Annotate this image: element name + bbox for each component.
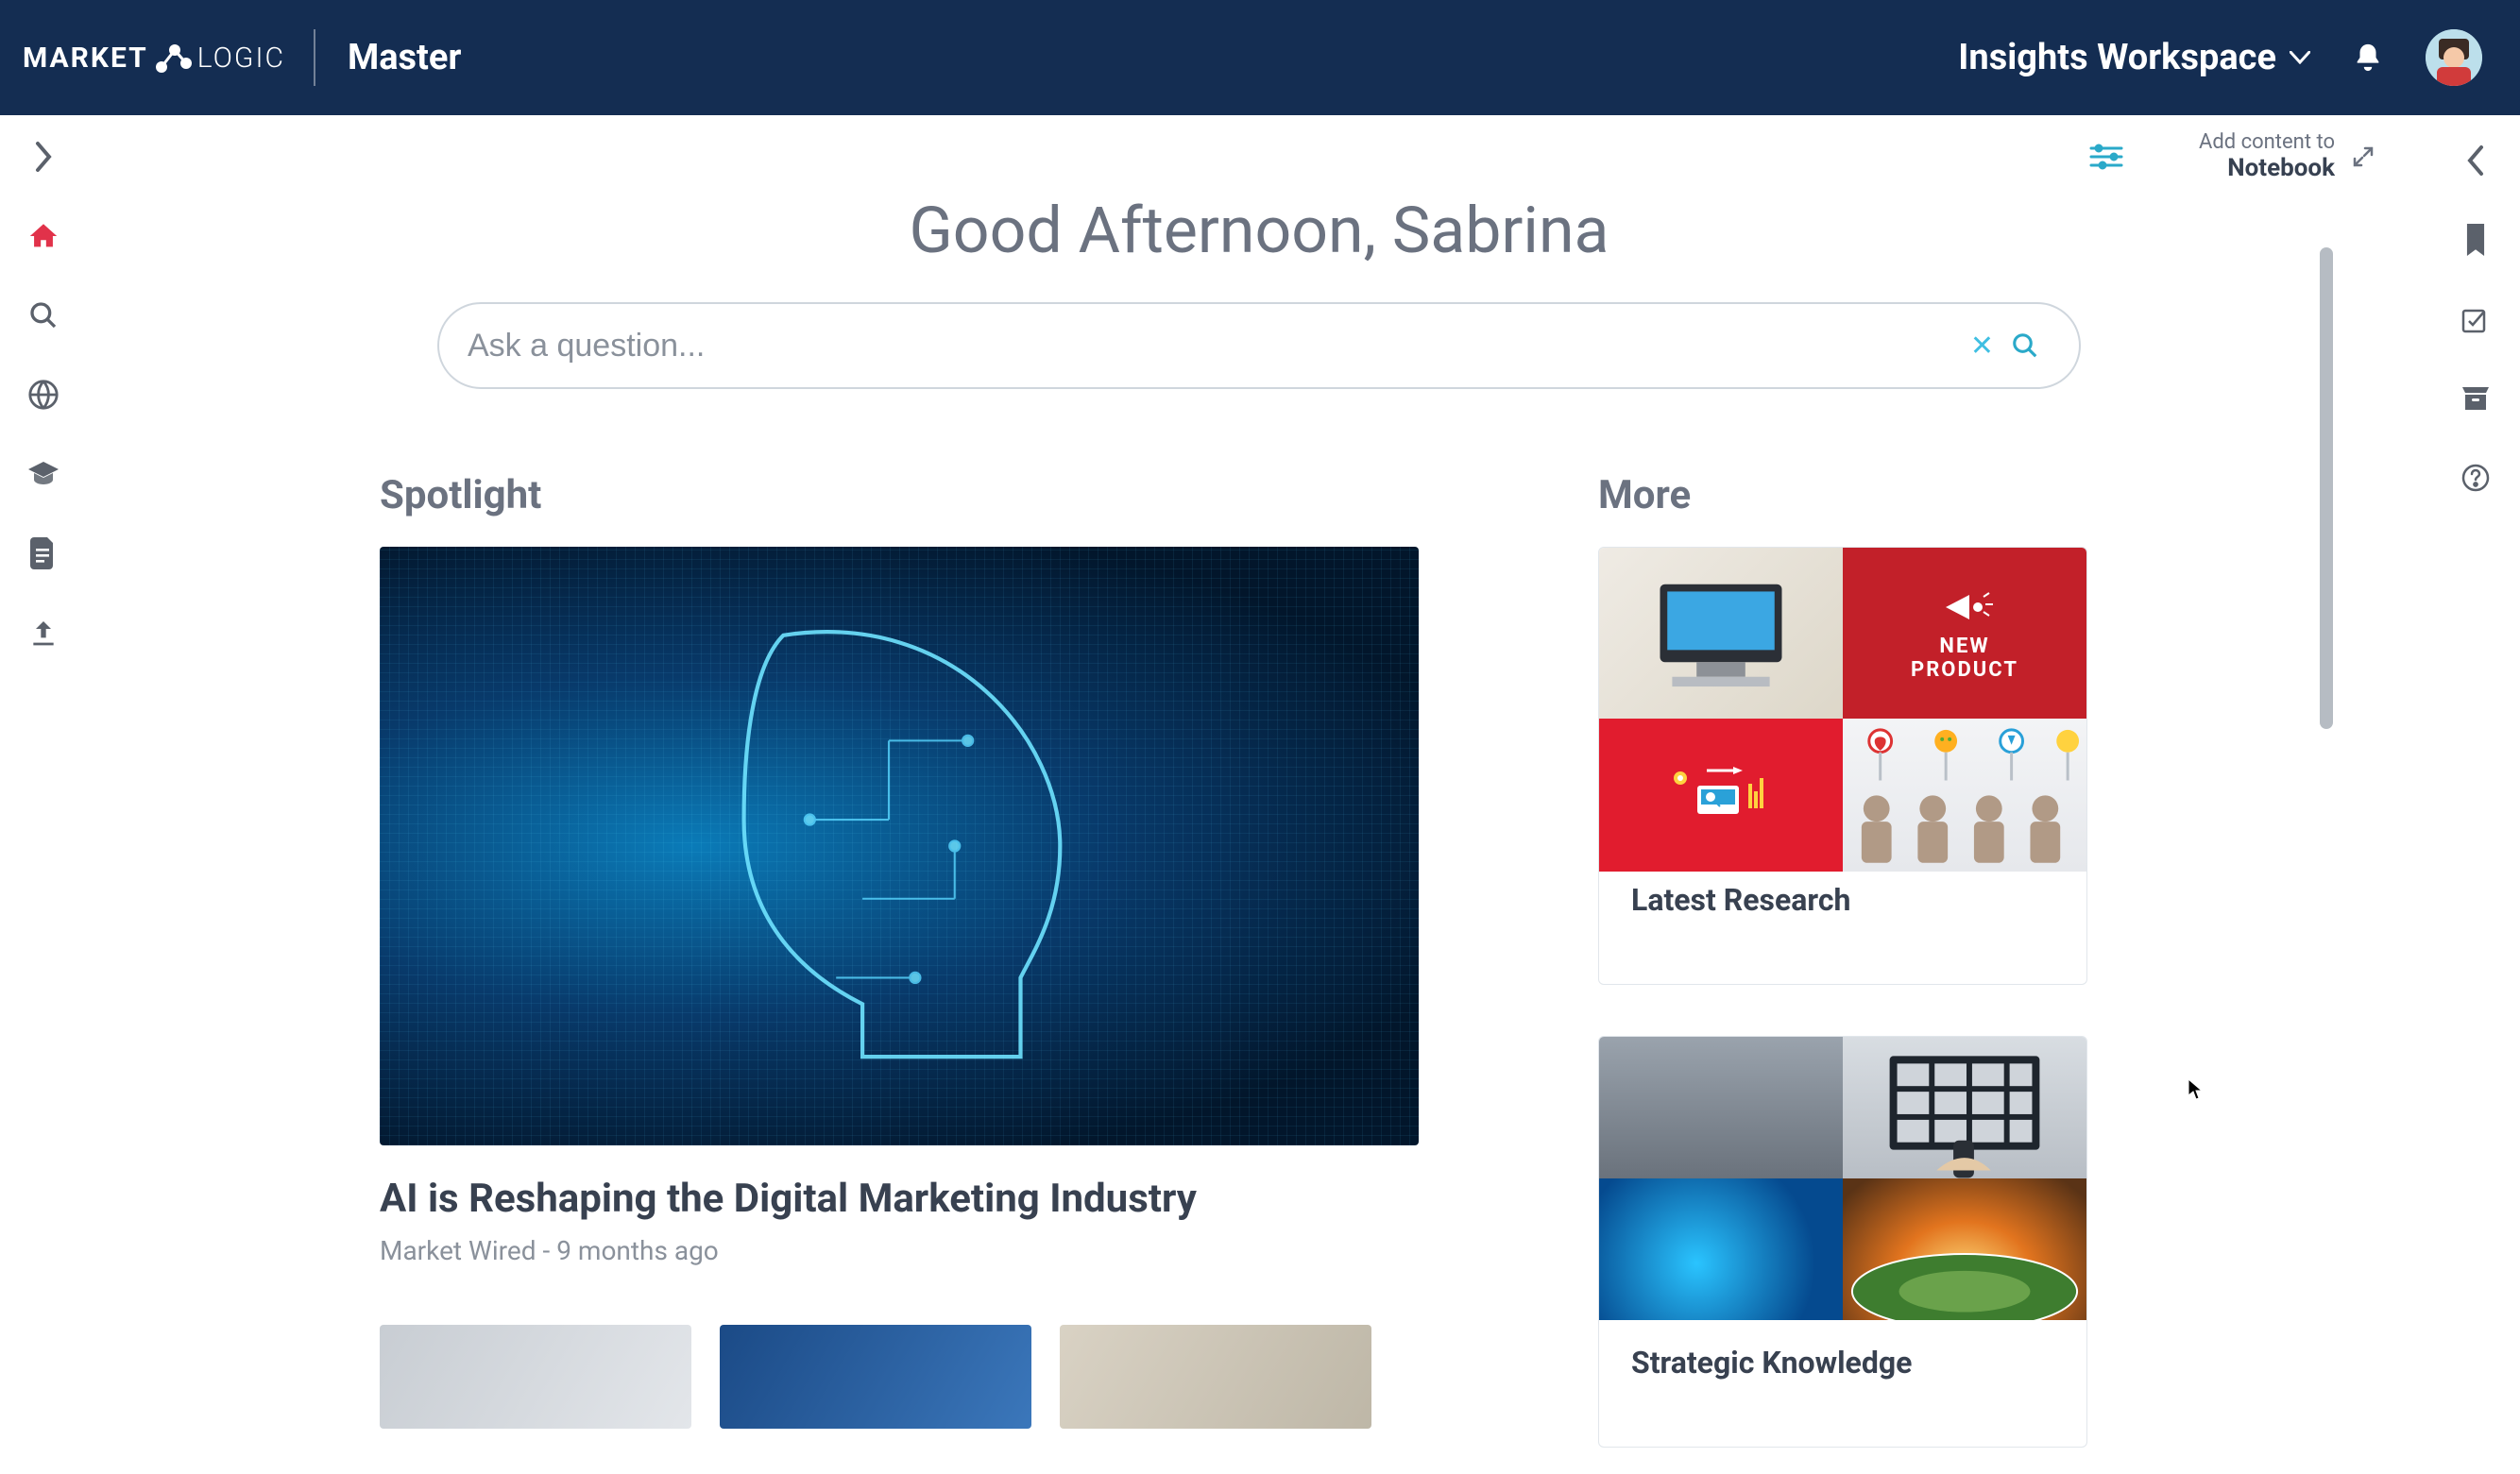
sidebar-expand-button[interactable] bbox=[26, 140, 60, 174]
caret-down-icon bbox=[2290, 51, 2310, 64]
sidebar-item-search[interactable] bbox=[26, 298, 60, 332]
add-content-label-small: Add content to bbox=[2199, 130, 2335, 154]
more-card-latest-research[interactable]: NEW PRODUCT bbox=[1598, 547, 2087, 985]
more-heading: More bbox=[1598, 472, 2087, 518]
brand-primary: MARKET bbox=[23, 42, 148, 75]
search-submit-icon[interactable] bbox=[2011, 331, 2039, 360]
greeting-heading: Good Afternoon, Sabrina bbox=[87, 193, 2431, 268]
spotlight-meta: Market Wired - 9 months ago bbox=[380, 1235, 1419, 1266]
more-card-strategic-knowledge[interactable]: Strategic Knowledge bbox=[1598, 1036, 2087, 1448]
sidebar-item-upload[interactable] bbox=[26, 616, 60, 650]
spotlight-thumb-2[interactable] bbox=[720, 1325, 1031, 1429]
sidebar-item-archive[interactable] bbox=[2459, 381, 2493, 415]
spotlight-card[interactable]: AI is Reshaping the Digital Marketing In… bbox=[380, 547, 1419, 1266]
tile-image bbox=[1599, 719, 1843, 873]
more-card-title: Latest Research bbox=[1599, 857, 2086, 984]
brand-secondary: LOGIC bbox=[197, 42, 285, 75]
app-header: MARKET LOGIC Master Insights Workspace bbox=[0, 0, 2520, 115]
sidebar-right bbox=[2431, 115, 2520, 1474]
spotlight-title: AI is Reshaping the Digital Marketing In… bbox=[380, 1176, 1419, 1222]
search-input[interactable] bbox=[468, 328, 1953, 364]
tile-image bbox=[1843, 1037, 2086, 1178]
spotlight-thumb-row bbox=[380, 1325, 1419, 1429]
tile-image bbox=[1599, 548, 1843, 719]
sidebar-item-globe[interactable] bbox=[26, 378, 60, 412]
tile-image bbox=[1843, 719, 2086, 873]
brand-logo[interactable]: MARKET LOGIC bbox=[23, 41, 285, 75]
sidebar-item-help[interactable] bbox=[2459, 461, 2493, 495]
tile-image bbox=[1599, 1037, 1843, 1178]
tile-image bbox=[1599, 1178, 1843, 1320]
tile-image: NEW PRODUCT bbox=[1843, 548, 2086, 719]
spotlight-when: 9 months ago bbox=[556, 1235, 719, 1266]
more-card-title: Strategic Knowledge bbox=[1599, 1320, 2086, 1447]
spotlight-thumb-3[interactable] bbox=[1060, 1325, 1371, 1429]
spotlight-heading: Spotlight bbox=[380, 472, 1419, 518]
sidebar-left bbox=[0, 115, 87, 1474]
logo-nodes-icon bbox=[154, 41, 192, 75]
settings-sliders-icon[interactable] bbox=[2089, 143, 2123, 171]
sidebar-item-checklist[interactable] bbox=[2459, 302, 2493, 336]
sidebar-item-bookmark[interactable] bbox=[2459, 223, 2493, 257]
spotlight-image bbox=[380, 547, 1419, 1145]
spotlight-thumb-1[interactable] bbox=[380, 1325, 691, 1429]
spotlight-source: Market Wired bbox=[380, 1235, 536, 1266]
sidebar-item-home[interactable] bbox=[26, 219, 60, 253]
main-content: Add content to Notebook Good Afternoon, … bbox=[87, 115, 2431, 1474]
scrollbar-thumb[interactable] bbox=[2320, 247, 2333, 729]
add-content-label-big: Notebook bbox=[2199, 154, 2335, 182]
add-to-notebook-button[interactable]: Add content to Notebook bbox=[2199, 130, 2335, 182]
expand-icon[interactable] bbox=[2352, 145, 2375, 168]
header-divider bbox=[314, 29, 315, 86]
workspace-switcher-label: Insights Workspace bbox=[1958, 37, 2276, 78]
workspace-switcher[interactable]: Insights Workspace bbox=[1958, 37, 2310, 78]
notifications-bell-icon[interactable] bbox=[2352, 42, 2384, 74]
user-avatar[interactable] bbox=[2426, 29, 2482, 86]
sidebar-collapse-button[interactable] bbox=[2459, 144, 2493, 178]
workspace-title: Master bbox=[348, 37, 461, 78]
sidebar-item-learn[interactable] bbox=[26, 457, 60, 491]
tile-image bbox=[1843, 1178, 2086, 1320]
sidebar-item-document[interactable] bbox=[26, 536, 60, 570]
search-clear-icon[interactable]: ✕ bbox=[1970, 330, 1994, 363]
search-bar: ✕ bbox=[437, 302, 2081, 389]
